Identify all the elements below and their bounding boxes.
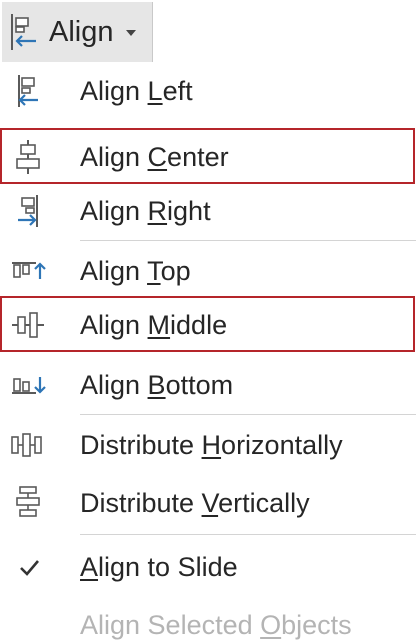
label-text: Align <box>80 256 148 286</box>
menu-item-label: Align Middle <box>80 308 227 342</box>
menu-separator <box>80 534 416 535</box>
access-key: M <box>147 310 171 340</box>
access-key: L <box>147 76 163 106</box>
align-button-label: Align <box>49 16 114 48</box>
menu-item-align-middle[interactable]: Align Middle <box>0 296 415 352</box>
menu-item-distribute-horizontally[interactable]: Distribute Horizontally <box>0 416 416 474</box>
label-text: Align <box>80 310 148 340</box>
label-text: Distribute <box>80 488 202 518</box>
align-left-icon <box>11 14 36 50</box>
menu-item-label: Align Right <box>80 194 211 228</box>
label-text: Align <box>80 142 148 172</box>
align-menu-screenshot: Align Align Left Align Center Align Righ… <box>0 0 416 643</box>
menu-item-label: Distribute Vertically <box>80 486 310 520</box>
menu-item-align-center[interactable]: Align Center <box>0 128 415 184</box>
menu-item-align-top[interactable]: Align Top <box>0 242 416 300</box>
label-text: Distribute <box>80 430 202 460</box>
access-key: C <box>147 142 168 172</box>
access-key: R <box>147 196 168 226</box>
access-key: H <box>201 430 222 460</box>
menu-item-align-left[interactable]: Align Left <box>0 62 416 120</box>
menu-separator <box>80 240 416 241</box>
menu-item-distribute-vertically[interactable]: Distribute Vertically <box>0 474 416 532</box>
menu-item-align-bottom[interactable]: Align Bottom <box>0 356 416 414</box>
label-text: Align <box>80 196 148 226</box>
menu-item-label: Align Center <box>80 140 229 174</box>
label-text: Align Selected <box>80 610 261 640</box>
access-key: V <box>201 488 219 518</box>
menu-item-align-right[interactable]: Align Right <box>0 182 416 240</box>
menu-item-align-selected-objects: Align Selected Objects <box>0 596 416 643</box>
access-key: B <box>147 370 166 400</box>
align-center-icon <box>16 140 40 174</box>
align-dropdown-button[interactable]: Align <box>2 2 153 62</box>
distribute-vertically-icon <box>16 486 40 517</box>
access-key: O <box>260 610 282 640</box>
align-middle-icon <box>12 312 44 338</box>
distribute-horizontally-icon <box>11 433 42 457</box>
menu-item-label: Align Selected Objects <box>80 608 352 642</box>
label-text: ottom <box>165 370 234 400</box>
menu-item-align-to-slide[interactable]: Align to Slide <box>0 538 416 596</box>
label-text: eft <box>162 76 193 106</box>
access-key: T <box>147 256 161 286</box>
menu-item-label: Align to Slide <box>80 550 238 584</box>
label-text: Align <box>80 76 148 106</box>
check-icon <box>20 560 39 576</box>
access-key: A <box>80 552 99 582</box>
label-text: lign to Slide <box>98 552 238 582</box>
menu-item-label: Align Top <box>80 254 191 288</box>
align-bottom-icon <box>12 377 46 394</box>
align-left-icon <box>18 75 38 107</box>
menu-item-label: Align Bottom <box>80 368 233 402</box>
label-text: op <box>160 256 191 286</box>
align-top-icon <box>12 262 46 279</box>
label-text: ertically <box>218 488 310 518</box>
chevron-down-icon <box>126 30 136 36</box>
align-right-icon <box>18 195 38 227</box>
label-text: Align <box>80 370 148 400</box>
menu-separator <box>80 414 416 415</box>
menu-item-label: Align Left <box>80 74 193 108</box>
align-menu: Align Left Align Center Align Right Alig… <box>0 62 416 643</box>
label-text: bjects <box>281 610 352 640</box>
menu-item-label: Distribute Horizontally <box>80 428 343 462</box>
label-text: enter <box>167 142 229 172</box>
label-text: iddle <box>170 310 228 340</box>
label-text: orizontally <box>221 430 343 460</box>
label-text: ight <box>167 196 211 226</box>
